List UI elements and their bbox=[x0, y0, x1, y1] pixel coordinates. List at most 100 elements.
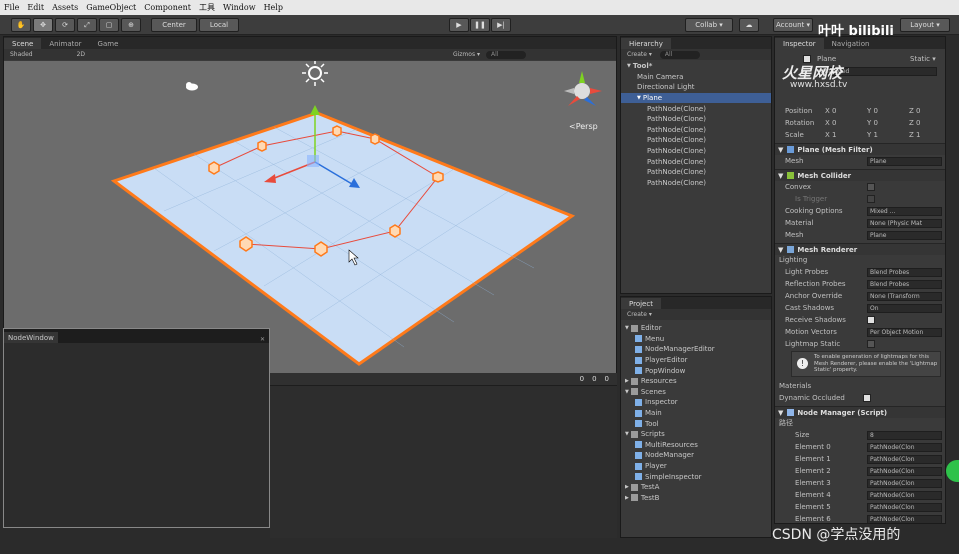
scene-viewport[interactable]: <Persp bbox=[4, 61, 616, 373]
rotation-x[interactable]: 0 bbox=[832, 119, 836, 127]
convex-checkbox[interactable] bbox=[867, 183, 875, 191]
project-item[interactable]: Main bbox=[621, 408, 771, 419]
warning-count[interactable]: 0 bbox=[592, 375, 596, 383]
transform-tool-icon[interactable]: ⊕ bbox=[121, 18, 141, 32]
collider-mesh-field[interactable]: Plane bbox=[867, 230, 942, 240]
element-object-field[interactable]: PathNode(Clon bbox=[867, 490, 942, 500]
project-item[interactable]: Inspector bbox=[621, 397, 771, 408]
pause-icon[interactable]: ❚❚ bbox=[470, 18, 490, 32]
project-item[interactable]: Tool bbox=[621, 418, 771, 429]
cast-shadows-dropdown[interactable]: On bbox=[867, 303, 942, 313]
account-button[interactable]: Account ▾ bbox=[773, 18, 813, 32]
element-object-field[interactable]: PathNode(Clon bbox=[867, 502, 942, 512]
element-object-field[interactable]: PathNode(Clon bbox=[867, 454, 942, 464]
rotation-z[interactable]: 0 bbox=[916, 119, 920, 127]
hierarchy-search-input[interactable]: All bbox=[659, 50, 700, 59]
collab-button[interactable]: Collab ▾ bbox=[685, 18, 733, 32]
path-node[interactable] bbox=[432, 171, 444, 183]
node-window-close-icon[interactable]: ✕ bbox=[260, 336, 269, 343]
foldout-arrow-icon[interactable]: ▼ bbox=[625, 431, 629, 437]
project-item[interactable]: NodeManagerEditor bbox=[621, 344, 771, 355]
mesh-collider-header[interactable]: ▼ Mesh Collider bbox=[775, 169, 945, 181]
menu-edit[interactable]: Edit bbox=[23, 3, 48, 12]
hierarchy-item[interactable]: Directional Light bbox=[621, 82, 771, 93]
hierarchy-item[interactable]: PathNode(Clone) bbox=[621, 135, 771, 146]
project-item[interactable]: Menu bbox=[621, 334, 771, 345]
hierarchy-item[interactable]: PathNode(Clone) bbox=[621, 103, 771, 114]
light-probes-dropdown[interactable]: Blend Probes bbox=[867, 267, 942, 277]
hierarchy-item[interactable]: PathNode(Clone) bbox=[621, 178, 771, 189]
cloud-icon[interactable]: ☁ bbox=[739, 18, 759, 32]
path-node[interactable] bbox=[208, 161, 220, 175]
scale-z[interactable]: 1 bbox=[916, 131, 920, 139]
lightmap-static-checkbox[interactable] bbox=[867, 340, 875, 348]
position-y[interactable]: 0 bbox=[874, 107, 878, 115]
project-item[interactable]: ▶ Resources bbox=[621, 376, 771, 387]
motion-vectors-dropdown[interactable]: Per Object Motion bbox=[867, 327, 942, 337]
layout-button[interactable]: Layout ▾ bbox=[900, 18, 950, 32]
scale-x[interactable]: 1 bbox=[832, 131, 836, 139]
project-item[interactable]: PlayerEditor bbox=[621, 355, 771, 366]
receive-shadows-checkbox[interactable] bbox=[867, 316, 875, 324]
project-item[interactable]: Player bbox=[621, 461, 771, 472]
path-node[interactable] bbox=[239, 236, 253, 252]
project-item[interactable]: ▼ Editor bbox=[621, 323, 771, 334]
project-item[interactable]: ▼ Scenes bbox=[621, 387, 771, 398]
foldout-arrow-icon[interactable]: ▼ bbox=[627, 63, 631, 69]
foldout-arrow-icon[interactable]: ▶ bbox=[625, 378, 629, 384]
tab-inspector[interactable]: Inspector bbox=[775, 38, 824, 49]
foldout-arrow-icon[interactable]: ▼ bbox=[625, 389, 629, 395]
scale-y[interactable]: 1 bbox=[874, 131, 878, 139]
menu-component[interactable]: Component bbox=[140, 3, 195, 12]
hierarchy-item[interactable]: PathNode(Clone) bbox=[621, 167, 771, 178]
project-item[interactable]: SimpleInspector bbox=[621, 471, 771, 482]
trigger-checkbox[interactable] bbox=[867, 195, 875, 203]
hierarchy-item[interactable]: PathNode(Clone) bbox=[621, 146, 771, 157]
element-object-field[interactable]: PathNode(Clon bbox=[867, 514, 942, 523]
dynamic-occluded-checkbox[interactable] bbox=[863, 394, 871, 402]
scene-search-input[interactable]: All bbox=[486, 50, 526, 59]
project-item[interactable]: ▶ TestB bbox=[621, 493, 771, 504]
hierarchy-item[interactable]: Main Camera bbox=[621, 72, 771, 83]
node-window[interactable]: NodeWindow ✕ bbox=[3, 328, 270, 528]
cooking-dropdown[interactable]: Mixed ... bbox=[867, 206, 942, 216]
size-field[interactable]: 8 bbox=[867, 430, 942, 440]
mesh-filter-mesh-field[interactable]: Plane bbox=[867, 156, 942, 166]
menu-file[interactable]: File bbox=[0, 3, 23, 12]
menu-tools[interactable]: 工具 bbox=[195, 2, 219, 13]
rotate-tool-icon[interactable]: ⟳ bbox=[55, 18, 75, 32]
tab-animator[interactable]: Animator bbox=[41, 38, 89, 49]
play-icon[interactable]: ▶ bbox=[449, 18, 469, 32]
project-item[interactable]: NodeManager bbox=[621, 450, 771, 461]
position-x[interactable]: 0 bbox=[832, 107, 836, 115]
tab-scene[interactable]: Scene bbox=[4, 38, 42, 49]
material-field[interactable]: None (Physic Mat bbox=[867, 218, 942, 228]
reflection-probes-dropdown[interactable]: Blend Probes bbox=[867, 279, 942, 289]
tab-game[interactable]: Game bbox=[90, 38, 127, 49]
project-item[interactable]: MultiResources bbox=[621, 440, 771, 451]
element-object-field[interactable]: PathNode(Clon bbox=[867, 466, 942, 476]
side-badge[interactable] bbox=[946, 460, 959, 482]
foldout-arrow-icon[interactable]: ▶ bbox=[625, 484, 629, 490]
tab-navigation[interactable]: Navigation bbox=[824, 38, 878, 49]
path-node[interactable] bbox=[332, 125, 342, 137]
rect-tool-icon[interactable]: ▢ bbox=[99, 18, 119, 32]
hierarchy-create-button[interactable]: Create ▾ bbox=[627, 51, 652, 58]
path-node[interactable] bbox=[370, 133, 380, 145]
menu-assets[interactable]: Assets bbox=[48, 3, 82, 12]
element-object-field[interactable]: PathNode(Clon bbox=[867, 442, 942, 452]
error-count[interactable]: 0 bbox=[580, 375, 584, 383]
hierarchy-item[interactable]: PathNode(Clone) bbox=[621, 156, 771, 167]
tab-project[interactable]: Project bbox=[621, 298, 661, 309]
materials-foldout[interactable]: Materials bbox=[779, 382, 811, 390]
shading-mode-dropdown[interactable]: Shaded bbox=[10, 51, 33, 58]
hierarchy-item[interactable]: PathNode(Clone) bbox=[621, 125, 771, 136]
scale-tool-icon[interactable]: ⤢ bbox=[77, 18, 97, 32]
foldout-arrow-icon[interactable]: ▶ bbox=[625, 495, 629, 501]
hierarchy-item[interactable]: ▼ Plane bbox=[621, 92, 771, 104]
tab-hierarchy[interactable]: Hierarchy bbox=[621, 38, 671, 49]
hierarchy-item[interactable]: ▼ Tool* bbox=[621, 61, 771, 72]
log-count[interactable]: 0 bbox=[605, 375, 609, 383]
rotation-y[interactable]: 0 bbox=[874, 119, 878, 127]
menu-window[interactable]: Window bbox=[219, 3, 260, 12]
